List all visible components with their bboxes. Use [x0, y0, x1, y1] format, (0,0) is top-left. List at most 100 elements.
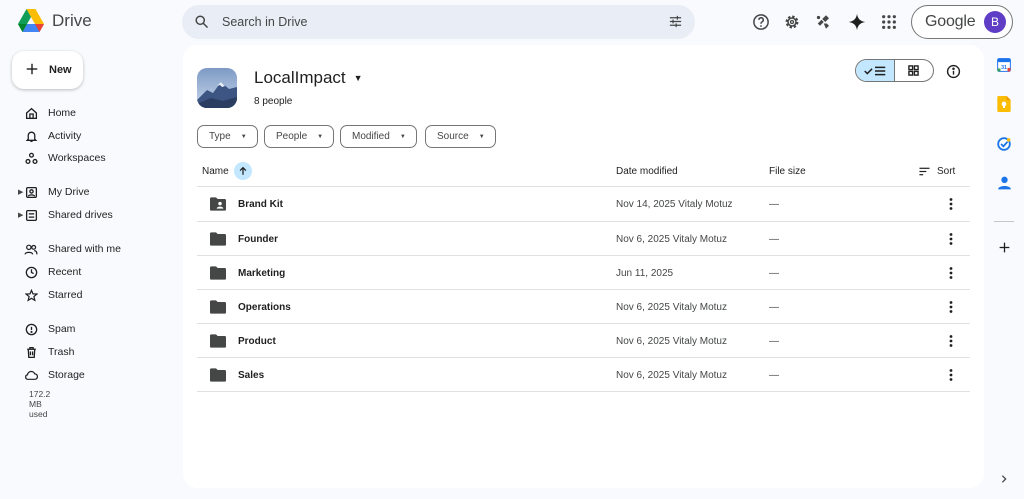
keep-icon[interactable] [996, 96, 1012, 112]
svg-text:31: 31 [1001, 65, 1007, 71]
view-toggle[interactable] [855, 59, 934, 82]
storage-used-text: 172.2 MB used [29, 389, 51, 419]
plus-icon [25, 62, 39, 79]
search-input[interactable] [222, 5, 622, 39]
folder-icon [210, 300, 226, 319]
info-icon[interactable] [943, 61, 963, 81]
apps-grid-icon[interactable] [879, 12, 899, 32]
folder-title[interactable]: LocalImpact ▼ [254, 68, 363, 88]
folder-icon [210, 368, 226, 387]
sidebar-item-activity[interactable]: Activity [14, 126, 174, 146]
chevron-right-icon[interactable] [996, 471, 1012, 487]
column-header-label: Name [202, 165, 229, 177]
expand-caret-icon[interactable]: ▶ [18, 211, 23, 219]
sidebar-item-label: Starred [48, 289, 83, 301]
sidebar-item-home[interactable]: Home [14, 103, 174, 123]
file-name: Product [238, 335, 276, 347]
file-name: Marketing [238, 267, 286, 279]
help-icon[interactable] [751, 12, 771, 32]
filter-chip-label: Source [437, 131, 469, 142]
sort-button[interactable]: Sort [919, 163, 955, 179]
more-options-icon[interactable] [944, 334, 958, 348]
gemini-sparkle-icon[interactable] [847, 12, 867, 32]
drive-logo[interactable]: Drive [18, 9, 92, 32]
column-header-file-size[interactable]: File size [769, 163, 806, 179]
table-row[interactable]: Operations Nov 6, 2025 Vitaly Motuz — [197, 290, 970, 324]
table-row[interactable]: Brand Kit Nov 14, 2025 Vitaly Motuz — [197, 187, 970, 221]
file-date-modified: Nov 6, 2025 Vitaly Motuz [616, 369, 727, 381]
table-row[interactable]: Product Nov 6, 2025 Vitaly Motuz — [197, 324, 970, 358]
list-view-button[interactable] [856, 60, 895, 81]
shared-drives-icon [23, 207, 39, 223]
filter-type-chip[interactable]: Type ▼ [197, 125, 258, 148]
get-addons-plus-icon[interactable] [996, 239, 1012, 255]
column-header-name[interactable]: Name [202, 162, 252, 180]
filter-people-chip[interactable]: People ▼ [264, 125, 335, 148]
more-options-icon[interactable] [944, 232, 958, 246]
filter-source-chip[interactable]: Source ▼ [425, 125, 496, 148]
search-options-icon[interactable] [668, 14, 683, 34]
sidebar-item-recent[interactable]: Recent [14, 262, 174, 282]
star-icon [23, 287, 39, 303]
dropdown-arrow-icon: ▼ [317, 133, 324, 140]
sidebar-item-shared-drives[interactable]: ▶ Shared drives [14, 205, 174, 225]
file-date-modified: Nov 6, 2025 Vitaly Motuz [616, 301, 727, 313]
sidebar-item-my-drive[interactable]: ▶ My Drive [14, 182, 174, 202]
calendar-icon[interactable]: 31 [996, 57, 1012, 73]
column-header-date-modified[interactable]: Date modified [616, 163, 678, 179]
sidebar-item-workspaces[interactable]: Workspaces [14, 148, 174, 168]
expand-caret-icon[interactable]: ▶ [18, 188, 23, 196]
top-bar: Drive Google B [0, 0, 1024, 44]
file-size: — [769, 301, 779, 313]
filter-modified-chip[interactable]: Modified ▼ [340, 125, 417, 148]
bell-icon [23, 128, 39, 144]
file-name: Founder [238, 233, 278, 245]
more-options-icon[interactable] [944, 197, 958, 211]
folder-icon [210, 334, 226, 353]
sidebar-item-label: My Drive [48, 186, 90, 198]
account-switcher[interactable]: Google B [911, 5, 1013, 39]
new-button[interactable]: New [12, 51, 83, 89]
more-options-icon[interactable] [944, 368, 958, 382]
search-bar[interactable] [182, 5, 695, 39]
dropdown-arrow-icon: ▼ [353, 73, 363, 83]
filter-chip-label: People [276, 131, 308, 142]
member-count[interactable]: 8 people [254, 96, 292, 107]
table-row[interactable]: Founder Nov 6, 2025 Vitaly Motuz — [197, 222, 970, 256]
tasks-icon[interactable] [996, 136, 1012, 152]
file-size: — [769, 198, 779, 210]
file-size: — [769, 369, 779, 381]
settings-gear-icon[interactable] [782, 12, 802, 32]
file-name: Operations [238, 301, 291, 313]
search-icon[interactable] [194, 14, 209, 34]
dropdown-arrow-icon: ▼ [478, 133, 485, 140]
table-row[interactable]: Sales Nov 6, 2025 Vitaly Motuz — [197, 358, 970, 392]
drive-logo-icon [18, 9, 44, 32]
more-options-icon[interactable] [944, 300, 958, 314]
dropdown-arrow-icon: ▼ [240, 133, 247, 140]
file-size: — [769, 335, 779, 347]
sidebar-item-label: Workspaces [48, 152, 106, 164]
table-row[interactable]: Marketing Jun 11, 2025 — [197, 256, 970, 290]
sort-lines-icon [919, 167, 930, 176]
filter-chip-label: Type [209, 131, 231, 142]
file-name: Brand Kit [238, 198, 283, 210]
sidebar-item-shared-with-me[interactable]: Shared with me [14, 239, 174, 259]
contacts-icon[interactable] [996, 175, 1012, 191]
sidebar-item-trash[interactable]: Trash [14, 342, 174, 362]
dropdown-arrow-icon: ▼ [399, 133, 406, 140]
grid-view-button[interactable] [895, 60, 934, 81]
sidebar-item-spam[interactable]: Spam [14, 319, 174, 339]
sort-label: Sort [937, 165, 956, 177]
spam-icon [23, 321, 39, 337]
more-options-icon[interactable] [944, 266, 958, 280]
file-size: — [769, 233, 779, 245]
apps-script-icon[interactable] [813, 12, 833, 32]
sort-ascending-icon[interactable] [233, 162, 252, 180]
avatar[interactable]: B [984, 11, 1006, 33]
sidebar-item-storage[interactable]: Storage [14, 365, 174, 385]
clock-icon [23, 264, 39, 280]
trash-icon [23, 344, 39, 360]
sidebar-item-starred[interactable]: Starred [14, 285, 174, 305]
file-size: — [769, 267, 779, 279]
